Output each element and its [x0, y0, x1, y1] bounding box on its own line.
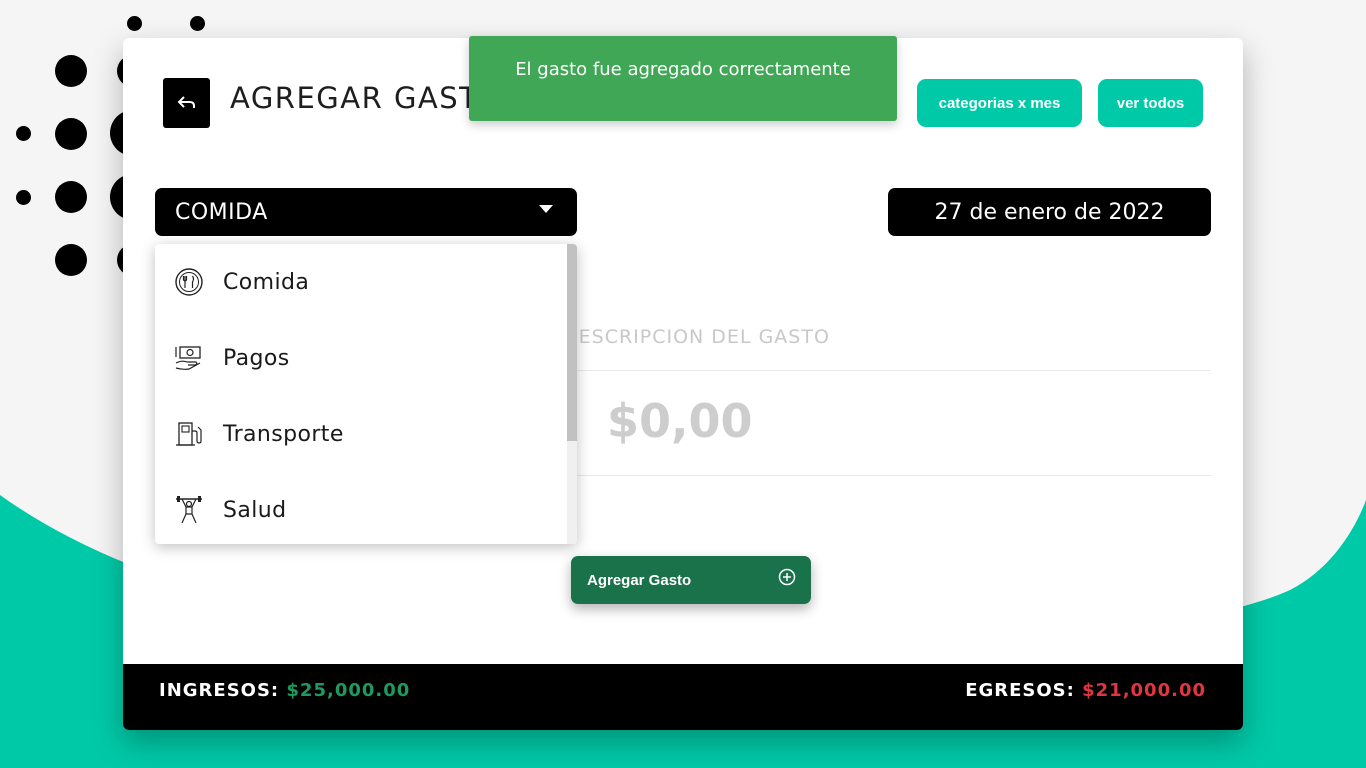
dropdown-item-label: Pagos	[223, 345, 290, 371]
add-expense-label: Agregar Gasto	[587, 571, 692, 589]
page-title: AGREGAR GASTO	[230, 81, 503, 115]
income-total: INGRESOS: $25,000.00	[159, 680, 410, 701]
description-input[interactable]: DESCRIPCION DEL GASTO	[563, 326, 830, 348]
category-select-value: COMIDA	[175, 199, 268, 225]
dropdown-item-salud[interactable]: Salud	[155, 472, 565, 544]
dropdown-item-label: Transporte	[223, 421, 344, 447]
expense-value: $21,000.00	[1082, 680, 1206, 701]
plus-circle-icon	[778, 568, 796, 586]
amount-input[interactable]: $0,00	[607, 394, 753, 448]
success-toast: El gasto fue agregado correctamente	[469, 36, 897, 121]
dropdown-item-pagos[interactable]: Pagos	[155, 320, 565, 396]
dropdown-item-label: Salud	[223, 497, 287, 523]
money-hand-icon	[175, 346, 201, 370]
view-all-button[interactable]: ver todos	[1098, 79, 1203, 127]
date-field[interactable]: 27 de enero de 2022	[888, 188, 1211, 236]
weightlifter-icon	[176, 496, 202, 524]
expense-label: EGRESOS:	[965, 680, 1075, 701]
divider	[563, 475, 1211, 476]
dropdown-item-transporte[interactable]: Transporte	[155, 396, 565, 472]
fuel-pump-icon	[176, 422, 202, 446]
dropdown-scrollbar[interactable]	[567, 244, 577, 544]
divider	[563, 370, 1211, 371]
restaurant-icon	[175, 268, 203, 296]
dropdown-item-comida[interactable]: Comida	[155, 244, 565, 320]
back-button[interactable]	[163, 78, 210, 128]
totals-footer: INGRESOS: $25,000.00 EGRESOS: $21,000.00	[123, 664, 1243, 730]
income-label: INGRESOS:	[159, 680, 280, 701]
caret-down-icon	[539, 205, 553, 213]
add-expense-button[interactable]: Agregar Gasto	[571, 556, 811, 604]
category-select[interactable]: COMIDA	[155, 188, 577, 236]
expense-total: EGRESOS: $21,000.00	[965, 680, 1206, 701]
back-arrow-icon	[177, 96, 195, 108]
scrollbar-thumb[interactable]	[567, 244, 577, 441]
category-dropdown-menu: Comida Pagos Transporte Salud	[155, 244, 577, 544]
dropdown-item-label: Comida	[223, 269, 310, 295]
income-value: $25,000.00	[286, 680, 411, 701]
categories-by-month-button[interactable]: categorias x mes	[917, 79, 1082, 127]
